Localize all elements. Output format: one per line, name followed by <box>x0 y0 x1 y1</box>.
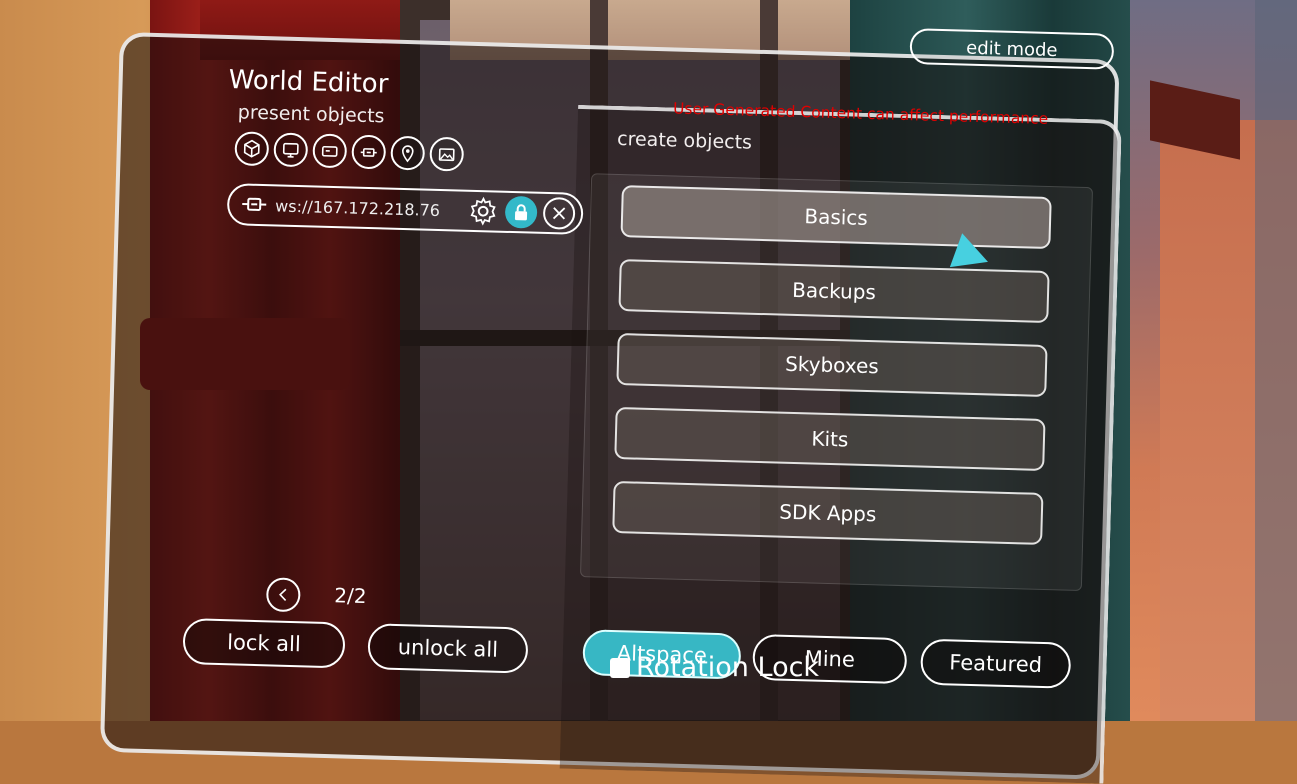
rotation-lock-checkbox[interactable] <box>610 657 630 678</box>
rotation-lock-toggle[interactable]: Rotation Lock <box>610 652 819 683</box>
plug-icon <box>242 197 267 211</box>
present-objects-label: present objects <box>237 101 385 128</box>
tab-featured[interactable]: Featured <box>920 638 1072 689</box>
unlock-all-button[interactable]: unlock all <box>367 623 529 674</box>
glass-pillar <box>1255 0 1297 721</box>
panel-title: World Editor <box>228 65 389 100</box>
close-icon[interactable] <box>542 196 576 230</box>
edit-mode-button[interactable]: edit mode <box>909 28 1115 70</box>
monitor-icon[interactable] <box>273 132 309 168</box>
rotation-lock-label: Rotation Lock <box>636 652 820 683</box>
kits-button[interactable]: Kits <box>614 406 1046 471</box>
present-objects-filters <box>234 131 465 172</box>
sdk-apps-button[interactable]: SDK Apps <box>612 480 1044 545</box>
create-objects-label: create objects <box>616 127 753 154</box>
cube-icon[interactable] <box>234 131 270 167</box>
server-address: ws://167.172.218.76 <box>274 195 441 220</box>
card-icon[interactable] <box>312 133 348 169</box>
gear-icon[interactable] <box>467 195 500 228</box>
skyboxes-button[interactable]: Skyboxes <box>616 333 1048 398</box>
location-pin-icon[interactable] <box>390 135 426 171</box>
plug-icon[interactable] <box>351 134 387 170</box>
basics-button[interactable]: Basics <box>620 185 1052 250</box>
image-icon[interactable] <box>429 136 465 172</box>
page-indicator: 2/2 <box>334 583 367 609</box>
lock-icon[interactable] <box>504 195 538 229</box>
create-objects-list: Basics Backups Skyboxes Kits SDK Apps <box>579 173 1094 592</box>
lock-all-button[interactable]: lock all <box>182 618 346 669</box>
chevron-left-icon <box>279 588 287 601</box>
